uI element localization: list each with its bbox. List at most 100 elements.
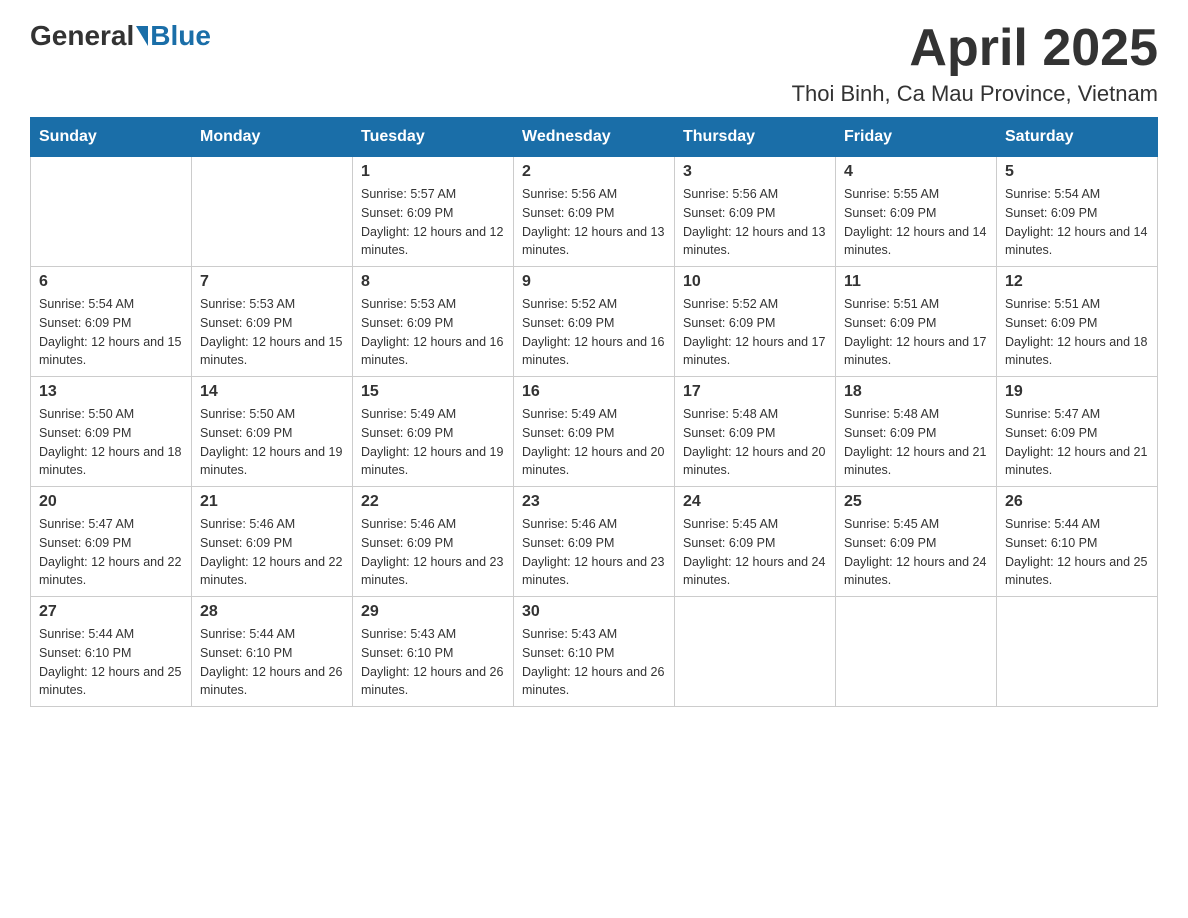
calendar-cell	[31, 157, 192, 267]
day-number: 11	[844, 273, 988, 291]
month-title: April 2025	[792, 20, 1158, 77]
day-info: Sunrise: 5:48 AMSunset: 6:09 PMDaylight:…	[683, 405, 827, 480]
day-number: 5	[1005, 163, 1149, 181]
calendar-cell: 6Sunrise: 5:54 AMSunset: 6:09 PMDaylight…	[31, 267, 192, 377]
day-info: Sunrise: 5:54 AMSunset: 6:09 PMDaylight:…	[1005, 185, 1149, 260]
calendar-cell: 24 Sunrise: 5:45 AMSunset: 6:09 PMDayligh…	[675, 487, 836, 597]
calendar-cell: 1 Sunrise: 5:57 AMSunset: 6:09 PMDaylight…	[353, 157, 514, 267]
calendar-cell: 26 Sunrise: 5:44 AMSunset: 6:10 PMDayligh…	[997, 487, 1158, 597]
day-info: Sunrise: 5:51 AMSunset: 6:09 PMDaylight:…	[844, 295, 988, 370]
day-number: 17	[683, 383, 827, 401]
calendar-cell: 14 Sunrise: 5:50 AMSunset: 6:09 PMDayligh…	[192, 377, 353, 487]
day-info: Sunrise: 5:47 AMSunset: 6:09 PMDaylight:…	[39, 515, 183, 590]
calendar-cell: 7Sunrise: 5:53 AMSunset: 6:09 PMDaylight…	[192, 267, 353, 377]
calendar-cell: 22 Sunrise: 5:46 AMSunset: 6:09 PMDayligh…	[353, 487, 514, 597]
day-info: Sunrise: 5:47 AMSunset: 6:09 PMDaylight:…	[1005, 405, 1149, 480]
day-number: 14	[200, 383, 344, 401]
calendar-cell: 17 Sunrise: 5:48 AMSunset: 6:09 PMDayligh…	[675, 377, 836, 487]
day-number: 12	[1005, 273, 1149, 291]
day-info: Sunrise: 5:50 AMSunset: 6:09 PMDaylight:…	[39, 405, 183, 480]
calendar-cell: 8 Sunrise: 5:53 AMSunset: 6:09 PMDaylight…	[353, 267, 514, 377]
day-number: 8	[361, 273, 505, 291]
calendar-week-row: 27 Sunrise: 5:44 AMSunset: 6:10 PMDayligh…	[31, 597, 1158, 707]
day-info: Sunrise: 5:51 AMSunset: 6:09 PMDaylight:…	[1005, 295, 1149, 370]
day-number: 22	[361, 493, 505, 511]
day-number: 26	[1005, 493, 1149, 511]
day-number: 10	[683, 273, 827, 291]
calendar-cell: 4 Sunrise: 5:55 AMSunset: 6:09 PMDaylight…	[836, 157, 997, 267]
logo-text: General Blue	[30, 20, 211, 52]
day-info: Sunrise: 5:44 AMSunset: 6:10 PMDaylight:…	[39, 625, 183, 700]
day-info: Sunrise: 5:44 AMSunset: 6:10 PMDaylight:…	[1005, 515, 1149, 590]
day-number: 1	[361, 163, 505, 181]
day-info: Sunrise: 5:52 AMSunset: 6:09 PMDaylight:…	[683, 295, 827, 370]
day-info: Sunrise: 5:43 AMSunset: 6:10 PMDaylight:…	[522, 625, 666, 700]
header-tuesday: Tuesday	[353, 118, 514, 157]
header-thursday: Thursday	[675, 118, 836, 157]
day-number: 2	[522, 163, 666, 181]
day-info: Sunrise: 5:44 AMSunset: 6:10 PMDaylight:…	[200, 625, 344, 700]
day-info: Sunrise: 5:48 AMSunset: 6:09 PMDaylight:…	[844, 405, 988, 480]
day-number: 23	[522, 493, 666, 511]
calendar-cell: 15Sunrise: 5:49 AMSunset: 6:09 PMDayligh…	[353, 377, 514, 487]
day-number: 27	[39, 603, 183, 621]
header-friday: Friday	[836, 118, 997, 157]
day-number: 19	[1005, 383, 1149, 401]
logo-general: General	[30, 20, 134, 52]
calendar-week-row: 1 Sunrise: 5:57 AMSunset: 6:09 PMDaylight…	[31, 157, 1158, 267]
header-sunday: Sunday	[31, 118, 192, 157]
calendar-cell: 25 Sunrise: 5:45 AMSunset: 6:09 PMDayligh…	[836, 487, 997, 597]
calendar-cell: 9 Sunrise: 5:52 AMSunset: 6:09 PMDaylight…	[514, 267, 675, 377]
day-info: Sunrise: 5:55 AMSunset: 6:09 PMDaylight:…	[844, 185, 988, 260]
calendar-cell: 2Sunrise: 5:56 AMSunset: 6:09 PMDaylight…	[514, 157, 675, 267]
day-info: Sunrise: 5:57 AMSunset: 6:09 PMDaylight:…	[361, 185, 505, 260]
day-info: Sunrise: 5:45 AMSunset: 6:09 PMDaylight:…	[683, 515, 827, 590]
day-number: 30	[522, 603, 666, 621]
day-info: Sunrise: 5:56 AMSunset: 6:09 PMDaylight:…	[683, 185, 827, 260]
calendar-cell: 13Sunrise: 5:50 AMSunset: 6:09 PMDayligh…	[31, 377, 192, 487]
calendar-cell: 12 Sunrise: 5:51 AMSunset: 6:09 PMDayligh…	[997, 267, 1158, 377]
day-number: 20	[39, 493, 183, 511]
calendar-week-row: 20 Sunrise: 5:47 AMSunset: 6:09 PMDayligh…	[31, 487, 1158, 597]
logo-blue: Blue	[150, 20, 211, 52]
calendar-table: Sunday Monday Tuesday Wednesday Thursday…	[30, 117, 1158, 707]
day-info: Sunrise: 5:50 AMSunset: 6:09 PMDaylight:…	[200, 405, 344, 480]
day-number: 6	[39, 273, 183, 291]
calendar-cell: 20 Sunrise: 5:47 AMSunset: 6:09 PMDayligh…	[31, 487, 192, 597]
calendar-cell: 18 Sunrise: 5:48 AMSunset: 6:09 PMDayligh…	[836, 377, 997, 487]
day-number: 21	[200, 493, 344, 511]
day-number: 24	[683, 493, 827, 511]
calendar-cell	[836, 597, 997, 707]
calendar-cell	[192, 157, 353, 267]
calendar-cell: 19 Sunrise: 5:47 AMSunset: 6:09 PMDayligh…	[997, 377, 1158, 487]
day-number: 25	[844, 493, 988, 511]
calendar-week-row: 13Sunrise: 5:50 AMSunset: 6:09 PMDayligh…	[31, 377, 1158, 487]
calendar-cell: 28 Sunrise: 5:44 AMSunset: 6:10 PMDayligh…	[192, 597, 353, 707]
day-number: 3	[683, 163, 827, 181]
calendar-cell: 29Sunrise: 5:43 AMSunset: 6:10 PMDayligh…	[353, 597, 514, 707]
calendar-cell: 21 Sunrise: 5:46 AMSunset: 6:09 PMDayligh…	[192, 487, 353, 597]
title-area: April 2025 Thoi Binh, Ca Mau Province, V…	[792, 20, 1158, 107]
day-number: 18	[844, 383, 988, 401]
location-title: Thoi Binh, Ca Mau Province, Vietnam	[792, 81, 1158, 107]
day-info: Sunrise: 5:53 AMSunset: 6:09 PMDaylight:…	[361, 295, 505, 370]
day-info: Sunrise: 5:52 AMSunset: 6:09 PMDaylight:…	[522, 295, 666, 370]
day-number: 28	[200, 603, 344, 621]
calendar-cell: 27 Sunrise: 5:44 AMSunset: 6:10 PMDayligh…	[31, 597, 192, 707]
calendar-cell	[997, 597, 1158, 707]
calendar-cell: 23Sunrise: 5:46 AMSunset: 6:09 PMDayligh…	[514, 487, 675, 597]
calendar-cell	[675, 597, 836, 707]
calendar-cell: 10 Sunrise: 5:52 AMSunset: 6:09 PMDayligh…	[675, 267, 836, 377]
calendar-cell: 3 Sunrise: 5:56 AMSunset: 6:09 PMDaylight…	[675, 157, 836, 267]
logo: General Blue	[30, 20, 211, 52]
calendar-header-row: Sunday Monday Tuesday Wednesday Thursday…	[31, 118, 1158, 157]
day-number: 4	[844, 163, 988, 181]
header-wednesday: Wednesday	[514, 118, 675, 157]
calendar-cell: 30 Sunrise: 5:43 AMSunset: 6:10 PMDayligh…	[514, 597, 675, 707]
day-number: 9	[522, 273, 666, 291]
header-monday: Monday	[192, 118, 353, 157]
day-info: Sunrise: 5:45 AMSunset: 6:09 PMDaylight:…	[844, 515, 988, 590]
day-info: Sunrise: 5:46 AMSunset: 6:09 PMDaylight:…	[361, 515, 505, 590]
logo-triangle-icon	[136, 26, 148, 46]
day-info: Sunrise: 5:46 AMSunset: 6:09 PMDaylight:…	[200, 515, 344, 590]
